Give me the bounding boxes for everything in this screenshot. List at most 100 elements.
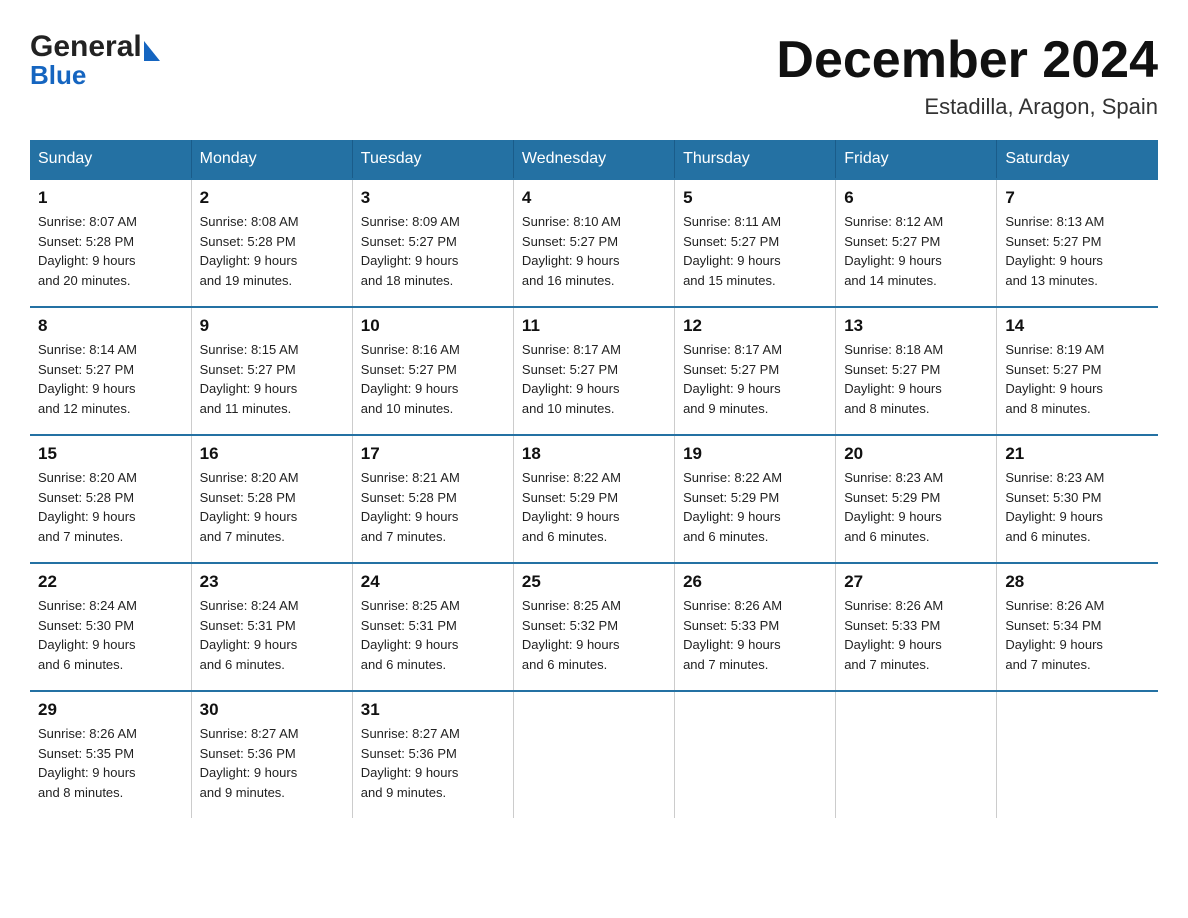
day-number: 2 xyxy=(200,188,344,208)
day-number: 28 xyxy=(1005,572,1150,592)
logo-line1: General xyxy=(30,30,160,64)
day-cell: 30Sunrise: 8:27 AMSunset: 5:36 PMDayligh… xyxy=(191,691,352,818)
column-header-thursday: Thursday xyxy=(675,140,836,179)
day-info: Sunrise: 8:22 AMSunset: 5:29 PMDaylight:… xyxy=(522,468,666,546)
day-cell: 15Sunrise: 8:20 AMSunset: 5:28 PMDayligh… xyxy=(30,435,191,563)
day-cell: 4 Sunrise: 8:10 AMSunset: 5:27 PMDaylight… xyxy=(513,179,674,307)
day-info: Sunrise: 8:27 AMSunset: 5:36 PMDaylight:… xyxy=(361,724,505,802)
day-cell xyxy=(997,691,1158,818)
logo-general-text: General xyxy=(30,30,142,64)
day-number: 16 xyxy=(200,444,344,464)
day-info: Sunrise: 8:13 AMSunset: 5:27 PMDaylight:… xyxy=(1005,212,1150,290)
column-header-saturday: Saturday xyxy=(997,140,1158,179)
day-cell: 2 Sunrise: 8:08 AMSunset: 5:28 PMDaylight… xyxy=(191,179,352,307)
day-number: 6 xyxy=(844,188,988,208)
day-cell: 5 Sunrise: 8:11 AMSunset: 5:27 PMDaylight… xyxy=(675,179,836,307)
day-number: 5 xyxy=(683,188,827,208)
day-number: 17 xyxy=(361,444,505,464)
day-cell: 22 Sunrise: 8:24 AMSunset: 5:30 PMDayligh… xyxy=(30,563,191,691)
day-cell xyxy=(513,691,674,818)
day-info: Sunrise: 8:16 AMSunset: 5:27 PMDaylight:… xyxy=(361,340,505,418)
day-cell: 19 Sunrise: 8:22 AMSunset: 5:29 PMDayligh… xyxy=(675,435,836,563)
logo-triangle-icon xyxy=(144,41,160,61)
day-info: Sunrise: 8:17 AMSunset: 5:27 PMDaylight:… xyxy=(683,340,827,418)
column-header-monday: Monday xyxy=(191,140,352,179)
day-number: 19 xyxy=(683,444,827,464)
week-row-1: 1 Sunrise: 8:07 AMSunset: 5:28 PMDaylight… xyxy=(30,179,1158,307)
day-cell: 27 Sunrise: 8:26 AMSunset: 5:33 PMDayligh… xyxy=(836,563,997,691)
day-info: Sunrise: 8:26 AMSunset: 5:35 PMDaylight:… xyxy=(38,724,183,802)
day-cell: 18 Sunrise: 8:22 AMSunset: 5:29 PMDayligh… xyxy=(513,435,674,563)
day-cell: 14Sunrise: 8:19 AMSunset: 5:27 PMDayligh… xyxy=(997,307,1158,435)
day-cell: 29 Sunrise: 8:26 AMSunset: 5:35 PMDayligh… xyxy=(30,691,191,818)
day-info: Sunrise: 8:23 AMSunset: 5:29 PMDaylight:… xyxy=(844,468,988,546)
title-block: December 2024 Estadilla, Aragon, Spain xyxy=(776,30,1158,120)
day-cell: 21 Sunrise: 8:23 AMSunset: 5:30 PMDayligh… xyxy=(997,435,1158,563)
day-info: Sunrise: 8:17 AMSunset: 5:27 PMDaylight:… xyxy=(522,340,666,418)
day-number: 27 xyxy=(844,572,988,592)
day-number: 20 xyxy=(844,444,988,464)
day-info: Sunrise: 8:12 AMSunset: 5:27 PMDaylight:… xyxy=(844,212,988,290)
day-cell: 1 Sunrise: 8:07 AMSunset: 5:28 PMDaylight… xyxy=(30,179,191,307)
day-info: Sunrise: 8:11 AMSunset: 5:27 PMDaylight:… xyxy=(683,212,827,290)
day-number: 11 xyxy=(522,316,666,336)
day-cell: 6 Sunrise: 8:12 AMSunset: 5:27 PMDaylight… xyxy=(836,179,997,307)
day-number: 29 xyxy=(38,700,183,720)
day-info: Sunrise: 8:26 AMSunset: 5:33 PMDaylight:… xyxy=(844,596,988,674)
column-header-tuesday: Tuesday xyxy=(352,140,513,179)
day-number: 30 xyxy=(200,700,344,720)
day-number: 4 xyxy=(522,188,666,208)
day-number: 7 xyxy=(1005,188,1150,208)
day-info: Sunrise: 8:23 AMSunset: 5:30 PMDaylight:… xyxy=(1005,468,1150,546)
calendar-table: SundayMondayTuesdayWednesdayThursdayFrid… xyxy=(30,140,1158,818)
day-number: 3 xyxy=(361,188,505,208)
day-info: Sunrise: 8:24 AMSunset: 5:30 PMDaylight:… xyxy=(38,596,183,674)
day-info: Sunrise: 8:24 AMSunset: 5:31 PMDaylight:… xyxy=(200,596,344,674)
day-number: 8 xyxy=(38,316,183,336)
day-number: 12 xyxy=(683,316,827,336)
day-cell: 3 Sunrise: 8:09 AMSunset: 5:27 PMDaylight… xyxy=(352,179,513,307)
day-number: 21 xyxy=(1005,444,1150,464)
day-cell: 25Sunrise: 8:25 AMSunset: 5:32 PMDayligh… xyxy=(513,563,674,691)
day-info: Sunrise: 8:14 AMSunset: 5:27 PMDaylight:… xyxy=(38,340,183,418)
column-header-friday: Friday xyxy=(836,140,997,179)
week-row-3: 15 Sunrise: 8:20 AMSunset: 5:28 PMDayligh… xyxy=(30,435,1158,563)
day-cell: 7 Sunrise: 8:13 AMSunset: 5:27 PMDaylight… xyxy=(997,179,1158,307)
page-title: December 2024 xyxy=(776,30,1158,90)
day-info: Sunrise: 8:18 AMSunset: 5:27 PMDaylight:… xyxy=(844,340,988,418)
day-number: 15 xyxy=(38,444,183,464)
day-info: Sunrise: 8:22 AMSunset: 5:29 PMDaylight:… xyxy=(683,468,827,546)
day-cell: 16 Sunrise: 8:20 AMSunset: 5:28 PMDayligh… xyxy=(191,435,352,563)
day-number: 22 xyxy=(38,572,183,592)
week-row-5: 29 Sunrise: 8:26 AMSunset: 5:35 PMDayligh… xyxy=(30,691,1158,818)
day-cell: 12 Sunrise: 8:17 AMSunset: 5:27 PMDayligh… xyxy=(675,307,836,435)
page-subtitle: Estadilla, Aragon, Spain xyxy=(776,94,1158,120)
day-cell: 10Sunrise: 8:16 AMSunset: 5:27 PMDayligh… xyxy=(352,307,513,435)
day-info: Sunrise: 8:26 AMSunset: 5:33 PMDaylight:… xyxy=(683,596,827,674)
day-info: Sunrise: 8:15 AMSunset: 5:27 PMDaylight:… xyxy=(200,340,344,418)
day-number: 1 xyxy=(38,188,183,208)
day-cell: 31 Sunrise: 8:27 AMSunset: 5:36 PMDayligh… xyxy=(352,691,513,818)
day-info: Sunrise: 8:21 AMSunset: 5:28 PMDaylight:… xyxy=(361,468,505,546)
day-cell xyxy=(675,691,836,818)
column-header-sunday: Sunday xyxy=(30,140,191,179)
day-number: 26 xyxy=(683,572,827,592)
day-cell: 11 Sunrise: 8:17 AMSunset: 5:27 PMDayligh… xyxy=(513,307,674,435)
day-number: 31 xyxy=(361,700,505,720)
day-info: Sunrise: 8:08 AMSunset: 5:28 PMDaylight:… xyxy=(200,212,344,290)
day-number: 24 xyxy=(361,572,505,592)
day-cell: 24 Sunrise: 8:25 AMSunset: 5:31 PMDayligh… xyxy=(352,563,513,691)
day-cell: 23 Sunrise: 8:24 AMSunset: 5:31 PMDayligh… xyxy=(191,563,352,691)
week-row-2: 8 Sunrise: 8:14 AMSunset: 5:27 PMDaylight… xyxy=(30,307,1158,435)
day-number: 18 xyxy=(522,444,666,464)
day-number: 23 xyxy=(200,572,344,592)
day-info: Sunrise: 8:10 AMSunset: 5:27 PMDaylight:… xyxy=(522,212,666,290)
day-info: Sunrise: 8:19 AMSunset: 5:27 PMDaylight:… xyxy=(1005,340,1150,418)
day-info: Sunrise: 8:25 AMSunset: 5:32 PMDaylight:… xyxy=(522,596,666,674)
column-header-wednesday: Wednesday xyxy=(513,140,674,179)
day-info: Sunrise: 8:25 AMSunset: 5:31 PMDaylight:… xyxy=(361,596,505,674)
day-info: Sunrise: 8:20 AMSunset: 5:28 PMDaylight:… xyxy=(200,468,344,546)
day-info: Sunrise: 8:09 AMSunset: 5:27 PMDaylight:… xyxy=(361,212,505,290)
logo-blue-text: Blue xyxy=(30,60,160,91)
day-info: Sunrise: 8:07 AMSunset: 5:28 PMDaylight:… xyxy=(38,212,183,290)
